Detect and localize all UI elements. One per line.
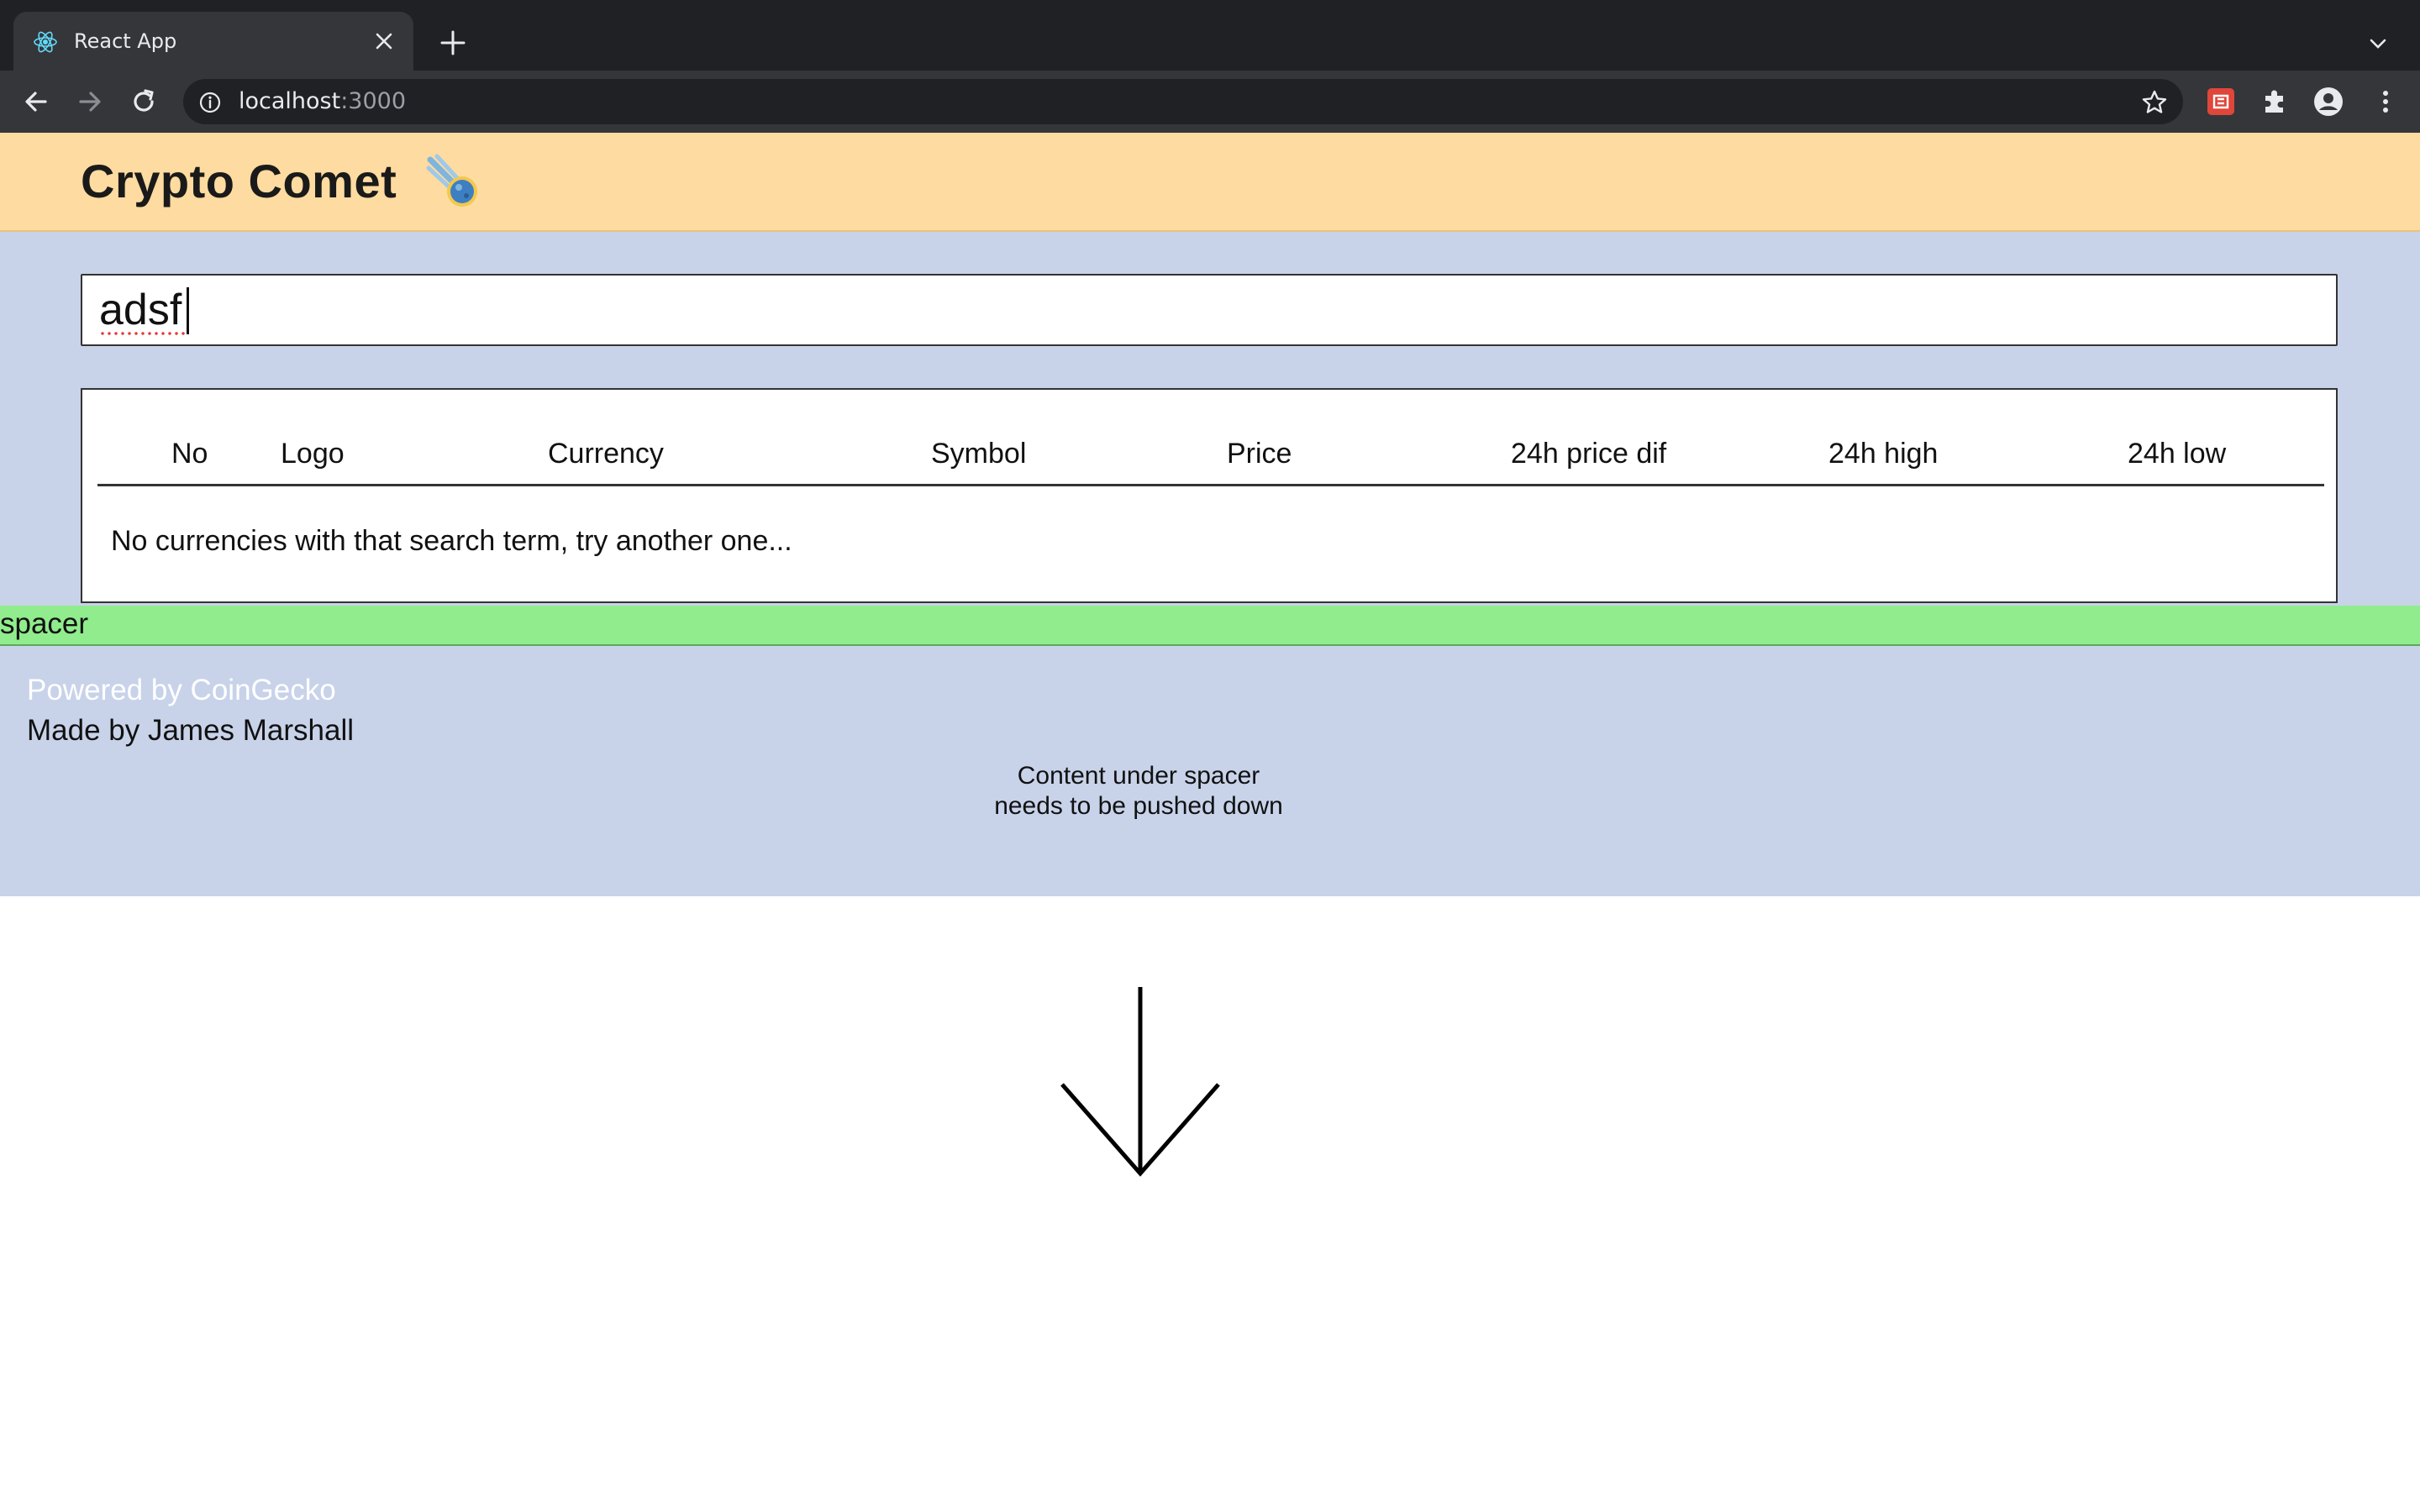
extensions-puzzle-icon[interactable] — [2259, 86, 2291, 118]
currency-table: No Logo Currency Symbol Price 24h price … — [81, 388, 2338, 603]
tab-search-chevron-icon[interactable] — [2366, 32, 2390, 55]
url-host: localhost — [239, 88, 341, 114]
made-by-text: Made by James Marshall — [27, 714, 355, 747]
column-header-no[interactable]: No — [171, 437, 208, 470]
spellcheck-underline — [99, 331, 187, 336]
new-tab-icon[interactable] — [439, 29, 467, 57]
site-info-icon[interactable] — [198, 91, 222, 114]
empty-results-message: No currencies with that search term, try… — [111, 525, 792, 557]
column-header-24h-price-dif[interactable]: 24h price dif — [1511, 437, 1666, 470]
reload-icon[interactable] — [128, 86, 160, 118]
spacer: spacer — [0, 606, 2420, 646]
url-port: :3000 — [340, 88, 407, 114]
text-caret — [187, 287, 189, 334]
app-title: Crypto Comet — [81, 155, 397, 207]
profile-avatar-icon[interactable] — [2312, 86, 2344, 118]
tab-title: React App — [74, 29, 177, 53]
address-bar[interactable]: localhost:3000 — [183, 79, 2183, 124]
search-input[interactable] — [81, 274, 2338, 346]
close-tab-icon[interactable] — [373, 30, 395, 52]
bookmark-star-icon[interactable] — [2141, 89, 2168, 116]
web-page: Crypto Comet No Logo Currency Symbol Pri… — [0, 133, 2420, 1512]
browser-tab[interactable]: React App — [13, 12, 413, 71]
powered-by-link[interactable]: Powered by CoinGecko — [27, 673, 336, 708]
down-arrow-icon — [1060, 987, 1220, 1177]
table-header-divider — [97, 484, 2324, 486]
column-header-price[interactable]: Price — [1227, 437, 1292, 470]
main-section: No Logo Currency Symbol Price 24h price … — [0, 232, 2420, 606]
url-text[interactable]: localhost:3000 — [239, 89, 406, 114]
extension-red-icon[interactable] — [2205, 86, 2237, 118]
back-arrow-icon[interactable] — [20, 86, 52, 118]
browser-toolbar: localhost:3000 — [0, 71, 2420, 134]
browser-menu-kebab-icon[interactable] — [2370, 86, 2402, 118]
column-header-24h-low[interactable]: 24h low — [2128, 437, 2226, 470]
comet-icon — [426, 154, 477, 207]
column-header-symbol[interactable]: Symbol — [931, 437, 1026, 470]
react-favicon-icon — [34, 31, 57, 53]
forward-arrow-icon[interactable] — [74, 86, 106, 118]
app-header: Crypto Comet — [0, 133, 2420, 232]
spacer-label: spacer — [0, 607, 89, 640]
column-header-24h-high[interactable]: 24h high — [1828, 437, 1938, 470]
browser-tab-strip: React App — [0, 0, 2420, 71]
annotation-note: Content under spacer needs to be pushed … — [994, 762, 1283, 820]
column-header-currency[interactable]: Currency — [548, 437, 664, 470]
column-header-logo[interactable]: Logo — [281, 437, 345, 470]
